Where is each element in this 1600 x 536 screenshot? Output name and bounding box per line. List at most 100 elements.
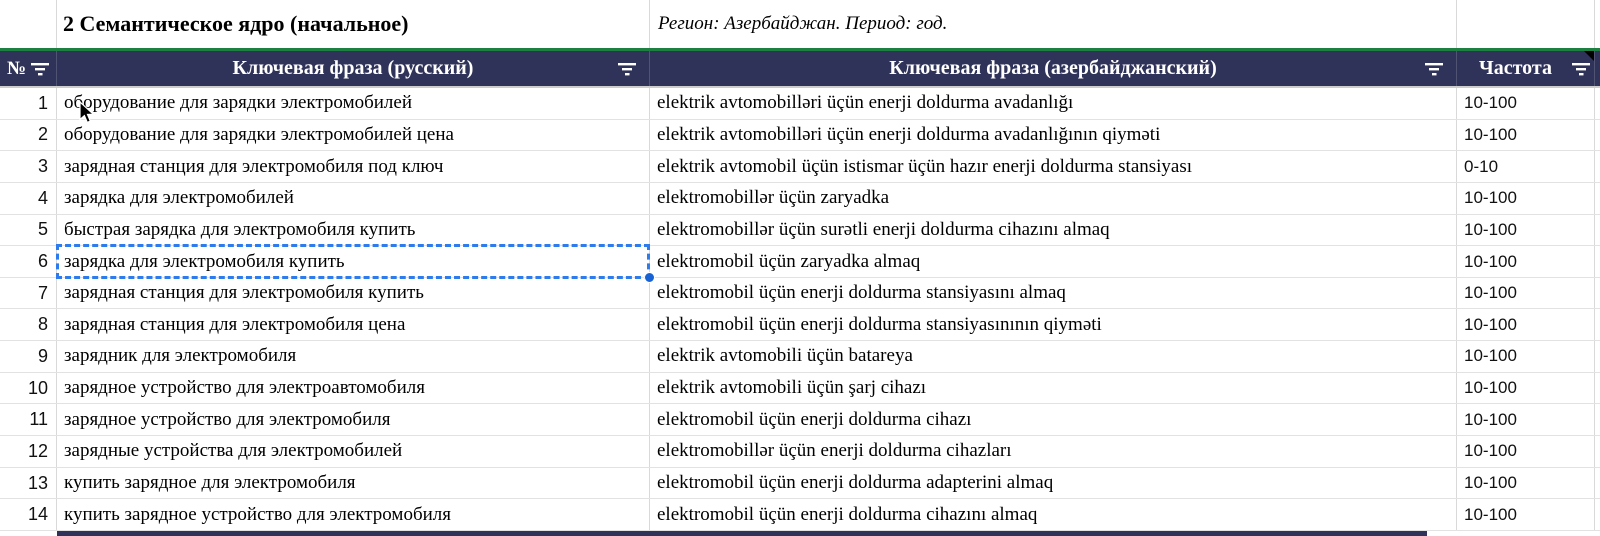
header-frequency[interactable]: Частота xyxy=(1457,51,1595,86)
empty-cell[interactable] xyxy=(1595,499,1600,530)
fill-handle[interactable] xyxy=(644,271,655,283)
row-number-cell[interactable]: 4 xyxy=(0,182,57,214)
keyword-ru-text: зарядник для электромобиля xyxy=(64,345,297,367)
keyword-ru-cell[interactable]: зарядная станция для электромобиля купит… xyxy=(57,277,650,309)
keyword-ru-text: зарядное устройство для электромобиля xyxy=(64,408,391,430)
keyword-ru-cell[interactable]: зарядное устройство для электромобиля xyxy=(57,404,650,436)
title-cell-empty-2[interactable] xyxy=(1457,0,1595,48)
row-number-cell[interactable]: 12 xyxy=(0,436,57,467)
keyword-az-cell[interactable]: elektrik avtomobili üçün batareya xyxy=(650,341,1457,372)
frequency-cell[interactable]: 10-100 xyxy=(1457,182,1595,214)
empty-cell[interactable] xyxy=(1595,436,1600,467)
row-number-cell[interactable]: 7 xyxy=(0,277,57,309)
frequency-cell[interactable]: 10-100 xyxy=(1457,309,1595,341)
keyword-ru-cell[interactable]: зарядная станция для электромобиля под к… xyxy=(57,151,650,182)
empty-cell[interactable] xyxy=(1595,88,1600,119)
filter-icon[interactable] xyxy=(618,62,637,76)
frequency-cell[interactable]: 10-100 xyxy=(1457,214,1595,246)
empty-cell[interactable] xyxy=(1595,278,1600,309)
empty-cell[interactable] xyxy=(1595,151,1600,182)
keyword-ru-cell[interactable]: зарядник для электромобиля xyxy=(57,341,650,372)
region-period-note[interactable]: Регион: Азербайджан. Период: год. xyxy=(650,0,1457,48)
frequency-cell[interactable]: 10-100 xyxy=(1457,277,1595,309)
keyword-az-cell[interactable]: elektrik avtomobil üçün istismar üçün ha… xyxy=(650,151,1457,182)
table-row: 1 оборудование для зарядки электромобиле… xyxy=(0,88,1600,120)
empty-cell[interactable] xyxy=(1595,246,1600,277)
keyword-az-text: elektromobil üçün enerji doldurma cihazı xyxy=(657,408,972,430)
keyword-az-cell[interactable]: elektrik avtomobilləri üçün enerji doldu… xyxy=(650,119,1457,151)
frequency-cell[interactable]: 10-100 xyxy=(1457,119,1595,151)
filter-icon[interactable] xyxy=(31,62,50,76)
empty-cell[interactable] xyxy=(1595,183,1600,214)
row-number-cell[interactable]: 13 xyxy=(0,467,57,499)
row-number-cell[interactable]: 1 xyxy=(0,88,57,119)
keyword-az-cell[interactable]: elektromobillər üçün enerji doldurma cih… xyxy=(650,436,1457,467)
keyword-az-cell[interactable]: elektromobillər üçün zaryadka xyxy=(650,182,1457,214)
header-num[interactable]: № xyxy=(0,51,57,86)
keyword-ru-cell[interactable]: зарядная станция для электромобиля цена xyxy=(57,309,650,341)
keyword-az-cell[interactable]: elektrik avtomobili üçün şarj cihazı xyxy=(650,372,1457,404)
row-number-cell[interactable]: 3 xyxy=(0,151,57,182)
frequency-cell[interactable]: 0-10 xyxy=(1457,151,1595,182)
keyword-ru-text: купить зарядное устройство для электромо… xyxy=(64,503,452,525)
keyword-az-cell[interactable]: elektromobil üçün enerji doldurma adapte… xyxy=(650,467,1457,499)
row-number-cell[interactable]: 2 xyxy=(0,119,57,151)
keyword-az-text: elektromobil üçün enerji doldurma stansi… xyxy=(657,282,1066,304)
frequency-cell[interactable]: 10-100 xyxy=(1457,372,1595,404)
keyword-ru-cell[interactable]: зарядное устройство для электроавтомобил… xyxy=(57,372,650,404)
frequency-value: 10-100 xyxy=(1464,188,1517,208)
keyword-ru-cell[interactable]: зарядка для электромобиля купить xyxy=(56,244,655,283)
row-number-cell[interactable]: 8 xyxy=(0,309,57,341)
empty-cell[interactable] xyxy=(1595,309,1600,340)
filter-icon[interactable] xyxy=(1572,62,1591,76)
empty-cell[interactable] xyxy=(1595,468,1600,499)
title-cell-empty[interactable] xyxy=(0,0,57,48)
row-number-cell[interactable]: 14 xyxy=(0,499,57,530)
keyword-az-cell[interactable]: elektrik avtomobilləri üçün enerji doldu… xyxy=(650,88,1457,119)
header-frequency-label: Частота xyxy=(1479,57,1552,79)
row-number-cell[interactable]: 11 xyxy=(0,404,57,436)
frequency-cell[interactable]: 10-100 xyxy=(1457,88,1595,119)
keyword-az-cell[interactable]: elektromobillər üçün surətli enerji dold… xyxy=(650,214,1457,246)
keyword-az-text: elektrik avtomobilləri üçün enerji doldu… xyxy=(657,92,1074,114)
keyword-ru-cell[interactable]: оборудование для зарядки электромобилей xyxy=(57,88,650,119)
keyword-ru-text: быстрая зарядка для электромобиля купить xyxy=(64,218,416,240)
keyword-ru-cell[interactable]: зарядные устройства для электромобилей xyxy=(57,436,650,467)
frequency-value: 10-100 xyxy=(1464,124,1517,144)
keyword-az-cell[interactable]: elektromobil üçün zaryadka almaq xyxy=(650,246,1457,277)
frequency-cell[interactable]: 10-100 xyxy=(1457,499,1595,530)
frequency-cell[interactable]: 10-100 xyxy=(1457,467,1595,499)
empty-cell[interactable] xyxy=(1595,341,1600,372)
keyword-ru-cell[interactable]: зарядка для электромобилей xyxy=(57,182,650,214)
row-number-cell[interactable]: 9 xyxy=(0,341,57,372)
keyword-az-cell[interactable]: elektromobil üçün enerji doldurma cihazı xyxy=(650,404,1457,436)
frequency-value: 10-100 xyxy=(1464,409,1517,429)
page-title[interactable]: 2 Семантическое ядро (начальное) xyxy=(57,0,650,48)
header-keyword-az[interactable]: Ключевая фраза (азербайджанский) xyxy=(650,51,1457,86)
empty-cell[interactable] xyxy=(1595,404,1600,435)
keyword-ru-cell[interactable]: оборудование для зарядки электромобилей … xyxy=(57,119,650,151)
keyword-az-text: elektromobil üçün enerji doldurma stansi… xyxy=(657,313,1102,335)
keyword-ru-cell[interactable]: купить зарядное для электромобиля xyxy=(57,467,650,499)
empty-cell[interactable] xyxy=(1595,215,1600,246)
filter-icon[interactable] xyxy=(1425,62,1444,76)
row-number-cell[interactable]: 5 xyxy=(0,214,57,246)
header-keyword-ru[interactable]: Ключевая фраза (русский) xyxy=(57,51,650,86)
row-number: 5 xyxy=(37,219,48,240)
frequency-cell[interactable]: 10-100 xyxy=(1457,436,1595,467)
empty-cell[interactable] xyxy=(1595,373,1600,404)
frequency-cell[interactable]: 10-100 xyxy=(1457,404,1595,436)
row-number-cell[interactable]: 6 xyxy=(0,246,57,277)
frequency-value: 10-100 xyxy=(1464,314,1517,334)
keyword-az-cell[interactable]: elektromobil üçün enerji doldurma cihazı… xyxy=(650,499,1457,530)
keyword-ru-cell[interactable]: быстрая зарядка для электромобиля купить xyxy=(57,214,650,246)
title-cell-rest xyxy=(1595,0,1600,48)
row-number: 3 xyxy=(37,156,48,177)
row-number-cell[interactable]: 10 xyxy=(0,372,57,404)
keyword-az-cell[interactable]: elektromobil üçün enerji doldurma stansi… xyxy=(650,277,1457,309)
frequency-cell[interactable]: 10-100 xyxy=(1457,341,1595,372)
keyword-ru-cell[interactable]: купить зарядное устройство для электромо… xyxy=(57,499,650,530)
frequency-cell[interactable]: 10-100 xyxy=(1457,246,1595,277)
keyword-az-cell[interactable]: elektromobil üçün enerji doldurma stansi… xyxy=(650,309,1457,341)
empty-cell[interactable] xyxy=(1595,120,1600,151)
